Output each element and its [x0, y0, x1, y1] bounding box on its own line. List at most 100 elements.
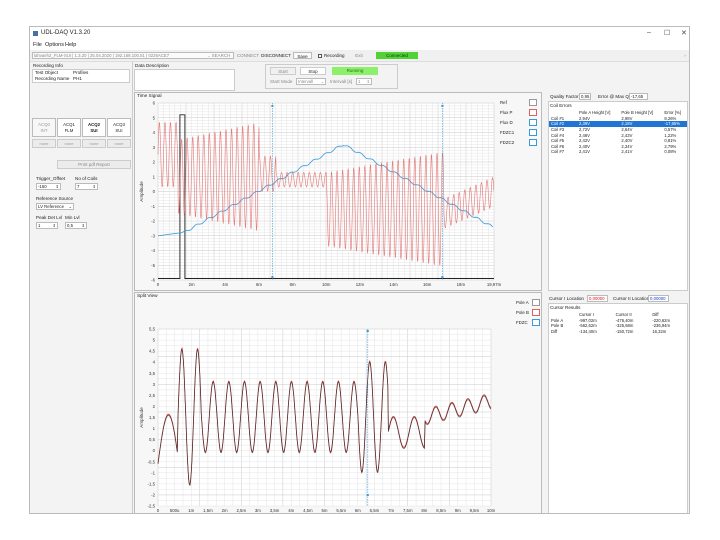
- y-tick-label: 1,5: [149, 415, 156, 420]
- recording-label: Recording: [324, 53, 345, 58]
- peak-det-input[interactable]: 1 ⇕: [36, 222, 58, 229]
- legend-pole-a-swatch[interactable]: [532, 299, 540, 306]
- x-tick-label: 8m: [421, 508, 427, 513]
- cursor-handle: [366, 330, 369, 332]
- legend-fdzc1: FDZC1: [500, 130, 515, 135]
- x-tick-label: 4,5m: [303, 508, 313, 513]
- data-description-title: Data Description: [135, 63, 169, 68]
- acq0-button[interactable]: ACQ0 INT: [32, 118, 56, 137]
- y-tick-label: 3,5: [149, 371, 156, 376]
- x-tick-label: 5m: [322, 508, 328, 513]
- none-button-3[interactable]: none: [82, 139, 106, 148]
- interval-label: Intervall [s]: [330, 79, 353, 84]
- disconnect-button[interactable]: DISCONNECT: [261, 52, 291, 59]
- y-tick-label: -5: [151, 263, 155, 268]
- x-tick-label: 0: [157, 508, 160, 513]
- interval-input[interactable]: 1 ⇕: [356, 78, 372, 85]
- y-tick-label: 2: [153, 160, 156, 165]
- legend-ref-swatch[interactable]: [529, 99, 537, 106]
- stop-button[interactable]: Stop: [300, 67, 326, 75]
- legend-flux-p: Flux P: [500, 110, 513, 115]
- recording-name-value[interactable]: PH1: [73, 76, 82, 81]
- data-description-input[interactable]: [134, 69, 235, 91]
- spin-icon[interactable]: ⇕: [93, 184, 96, 190]
- cursor2-location-value[interactable]: 0,00000: [648, 295, 669, 302]
- cursor-handle: [271, 276, 274, 278]
- spin-icon[interactable]: ⇕: [56, 184, 59, 190]
- close-button[interactable]: ✕: [681, 29, 687, 37]
- legend-flux-p-swatch[interactable]: [529, 109, 537, 116]
- reference-source-select[interactable]: LV Reference ⌄: [36, 203, 74, 210]
- legend-fdzc: FDZC: [516, 320, 528, 325]
- minimize-button[interactable]: –: [647, 29, 651, 36]
- app-window: UDL-DAQ V1.3.20 – ☐ ✕ File Options Help …: [29, 26, 690, 514]
- chevron-down-icon: ⌄: [320, 79, 324, 84]
- maximize-button[interactable]: ☐: [664, 29, 670, 37]
- table-cell: Diff: [551, 329, 558, 335]
- menu-help[interactable]: Help: [65, 42, 76, 48]
- y-tick-label: 2: [153, 404, 156, 409]
- recording-info-grid: Test Object Profiles Recording Name PH1: [32, 69, 130, 83]
- y-tick-label: 3: [153, 382, 156, 387]
- none-button-1[interactable]: none: [32, 139, 56, 148]
- reference-source-label: Reference Source: [36, 196, 74, 201]
- table-cell: -134,40m: [579, 329, 597, 335]
- print-report-button[interactable]: Print pdf Report: [57, 160, 131, 169]
- start-mode-select[interactable]: Intervall ⌄: [296, 78, 326, 85]
- cursor-results-title: Cursor Results: [550, 305, 581, 310]
- time-signal-chart[interactable]: 6543210-1-2-3-4-5-60 2m 4m 6m 8m 10m 12m 14m 16m…: [135, 93, 543, 292]
- test-object-value[interactable]: Profiles: [73, 70, 88, 75]
- connect-button[interactable]: CONNECT: [236, 52, 260, 59]
- acq2-sublabel: SUI: [90, 127, 98, 133]
- split-view-panel: Split View 5,5 5 4,5 4 3,5 3 2,5 2 1,5 1 0,5 0 -0,5-…: [134, 292, 543, 514]
- table-cell: -150,72m: [615, 329, 634, 335]
- spin-icon[interactable]: ⇕: [53, 223, 56, 229]
- acq1-button[interactable]: ACQ1 FLM: [57, 118, 81, 137]
- legend-flux-d-swatch[interactable]: [529, 119, 537, 126]
- legend-pole-b-swatch[interactable]: [532, 309, 540, 316]
- y-tick-label: 0: [153, 189, 156, 194]
- legend-fdzc2: FDZC2: [500, 140, 515, 145]
- trigger-offset-input[interactable]: -150 ⇕: [36, 183, 61, 190]
- x-tick-label: 2m: [222, 508, 228, 513]
- menu-options[interactable]: Options: [45, 42, 64, 48]
- split-view-chart[interactable]: 5,5 5 4,5 4 3,5 3 2,5 2 1,5 1 0,5 0 -0,5 -1 -1,5 -2 -2,5…: [135, 293, 543, 514]
- x-tick-label: 9m: [455, 508, 461, 513]
- min-lvl-label: Min Lvl: [65, 215, 80, 220]
- menu-file[interactable]: File: [33, 42, 42, 48]
- recording-checkbox[interactable]: [318, 54, 322, 58]
- legend-fdzc1-swatch[interactable]: [529, 129, 537, 136]
- save-button[interactable]: Save: [293, 52, 312, 59]
- acq3-button[interactable]: ACQ3 SUI: [107, 118, 131, 137]
- table-row[interactable]: Coil #7 2,41V 2,41V 0,08%: [549, 149, 687, 155]
- coil-errors-table: Pole A Height [V] Pole B Height [V] Erro…: [549, 110, 687, 155]
- no-of-coils-input[interactable]: 7 ⇕: [75, 183, 98, 190]
- cursor1-location-value[interactable]: 0,00000: [587, 295, 608, 302]
- legend-fdzc-swatch[interactable]: [532, 319, 540, 326]
- device-select[interactable]: lahvaeh2_FLM-SUI | 1.3.20 | 25.04.2020 |…: [32, 52, 234, 59]
- table-row[interactable]: Diff -134,40m -150,72m 16,32m: [549, 329, 687, 335]
- legend-fdzc2-swatch[interactable]: [529, 139, 537, 146]
- x-tick-label: 0: [157, 282, 160, 287]
- y-tick-label: -2: [151, 219, 155, 224]
- device-select-value: lahvaeh2_FLM-SUI | 1.3.20 | 25.04.2020 |…: [34, 53, 170, 58]
- x-tick-label: 10m: [322, 282, 331, 287]
- spin-icon[interactable]: ⇕: [367, 79, 370, 85]
- y-tick-label: -6: [151, 278, 155, 283]
- none-button-2[interactable]: none: [57, 139, 81, 148]
- min-lvl-input[interactable]: 0,5 ⇕: [65, 222, 87, 229]
- chevron-down-icon: ⌄: [68, 204, 72, 209]
- search-button[interactable]: SEARCH: [208, 52, 234, 59]
- spin-icon[interactable]: ⇕: [82, 223, 85, 229]
- trigger-offset-label: Trigger_Offset: [36, 176, 66, 181]
- x-tick-label: 2m: [189, 282, 195, 287]
- acq2-button[interactable]: ACQ2 SUI: [82, 118, 106, 137]
- y-tick-label: 2,5: [149, 393, 156, 398]
- title-bar: UDL-DAQ V1.3.20 – ☐ ✕: [30, 27, 689, 41]
- x-tick-label: 9,5m: [470, 508, 480, 513]
- x-tick-label: 12m: [356, 282, 365, 287]
- none-button-4[interactable]: none: [107, 139, 131, 148]
- start-button[interactable]: Start: [270, 67, 296, 75]
- exit-button[interactable]: Exit: [352, 52, 366, 59]
- left-panel: Recording Info Test Object Profiles Reco…: [31, 62, 133, 513]
